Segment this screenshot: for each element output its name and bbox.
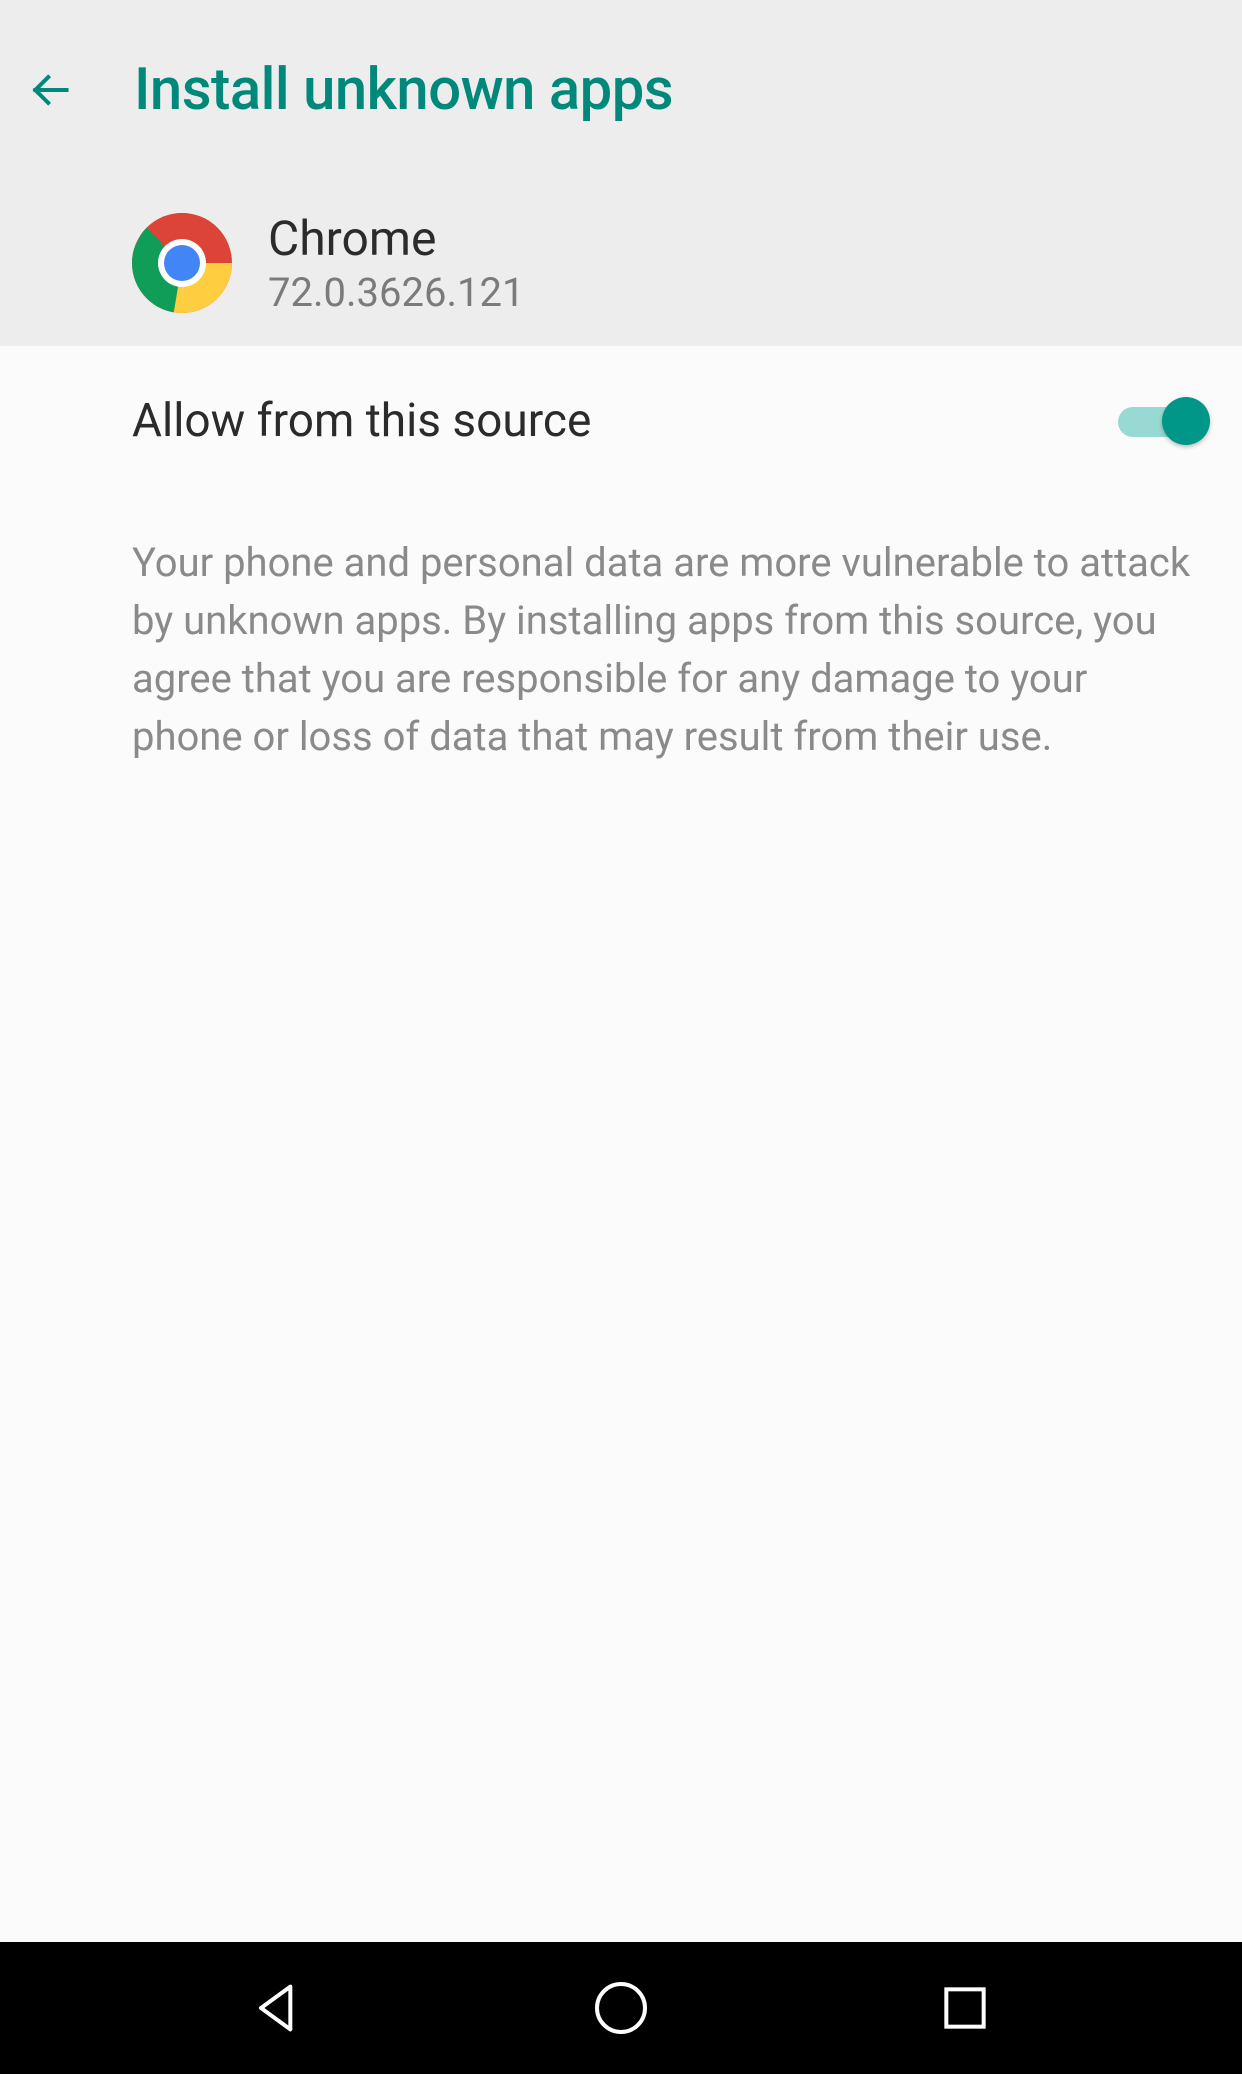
app-name: Chrome — [268, 210, 524, 267]
back-icon[interactable] — [28, 68, 72, 112]
chrome-icon — [132, 213, 232, 313]
app-version: 72.0.3626.121 — [268, 269, 524, 316]
allow-source-row[interactable]: Allow from this source — [132, 394, 1206, 448]
switch-thumb — [1162, 397, 1210, 445]
nav-home-button[interactable] — [589, 1976, 653, 2040]
app-text: Chrome 72.0.3626.121 — [268, 210, 524, 316]
header-zone: Install unknown apps — [0, 0, 1242, 346]
allow-source-label: Allow from this source — [132, 394, 591, 448]
appbar: Install unknown apps — [0, 0, 1242, 124]
app-info-row: Chrome 72.0.3626.121 — [0, 124, 1242, 316]
content-area: Allow from this source Your phone and pe… — [0, 346, 1242, 1942]
warning-text: Your phone and personal data are more vu… — [132, 534, 1206, 766]
allow-source-switch[interactable] — [1118, 395, 1206, 447]
nav-recents-button[interactable] — [933, 1976, 997, 2040]
settings-screen: Install unknown apps — [0, 0, 1242, 2074]
system-navbar — [0, 1942, 1242, 2074]
nav-back-button[interactable] — [245, 1976, 309, 2040]
page-title: Install unknown apps — [134, 56, 673, 124]
